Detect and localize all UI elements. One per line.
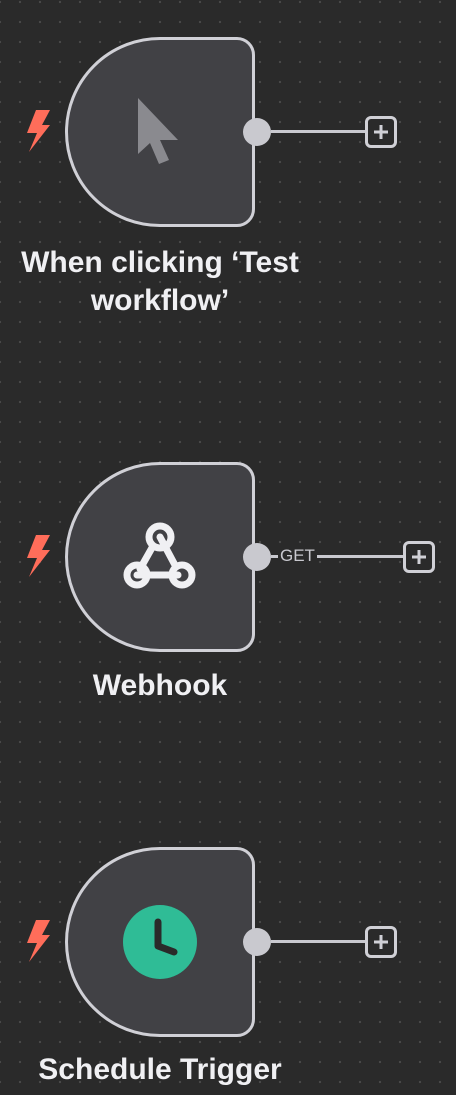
node-title: When clicking ‘Test workflow’ bbox=[0, 244, 320, 320]
connection-line bbox=[271, 130, 365, 133]
output-handle[interactable] bbox=[243, 543, 271, 571]
add-node-button[interactable] bbox=[365, 116, 397, 148]
node-schedule-trigger: Schedule Trigger bbox=[0, 847, 456, 1086]
connection-method-label: GET bbox=[278, 545, 317, 567]
schedule-trigger-node-box[interactable] bbox=[65, 847, 255, 1037]
output-handle[interactable] bbox=[243, 118, 271, 146]
manual-trigger-node-box[interactable] bbox=[65, 37, 255, 227]
webhook-icon bbox=[120, 519, 200, 595]
add-node-button[interactable] bbox=[403, 541, 435, 573]
node-title-line2: workflow’ bbox=[90, 284, 230, 317]
node-title-line1: Schedule Trigger bbox=[38, 1053, 282, 1086]
connection-line bbox=[271, 940, 365, 943]
workflow-canvas[interactable]: When clicking ‘Test workflow’ GET Webhoo… bbox=[0, 0, 456, 1095]
node-webhook: GET Webhook bbox=[0, 462, 456, 702]
webhook-node-box[interactable] bbox=[65, 462, 255, 652]
node-title-line1: When clicking ‘Test bbox=[21, 246, 299, 279]
output-handle[interactable] bbox=[243, 928, 271, 956]
node-title: Webhook bbox=[0, 667, 320, 705]
lightning-bolt-icon bbox=[27, 920, 50, 962]
node-title: Schedule Trigger bbox=[0, 1051, 320, 1089]
lightning-bolt-icon bbox=[27, 535, 50, 577]
cursor-pointer-icon bbox=[134, 96, 186, 168]
add-node-button[interactable] bbox=[365, 926, 397, 958]
node-title-line1: Webhook bbox=[92, 669, 228, 702]
clock-icon bbox=[122, 904, 198, 980]
lightning-bolt-icon bbox=[27, 110, 50, 152]
node-manual-trigger: When clicking ‘Test workflow’ bbox=[0, 37, 456, 317]
